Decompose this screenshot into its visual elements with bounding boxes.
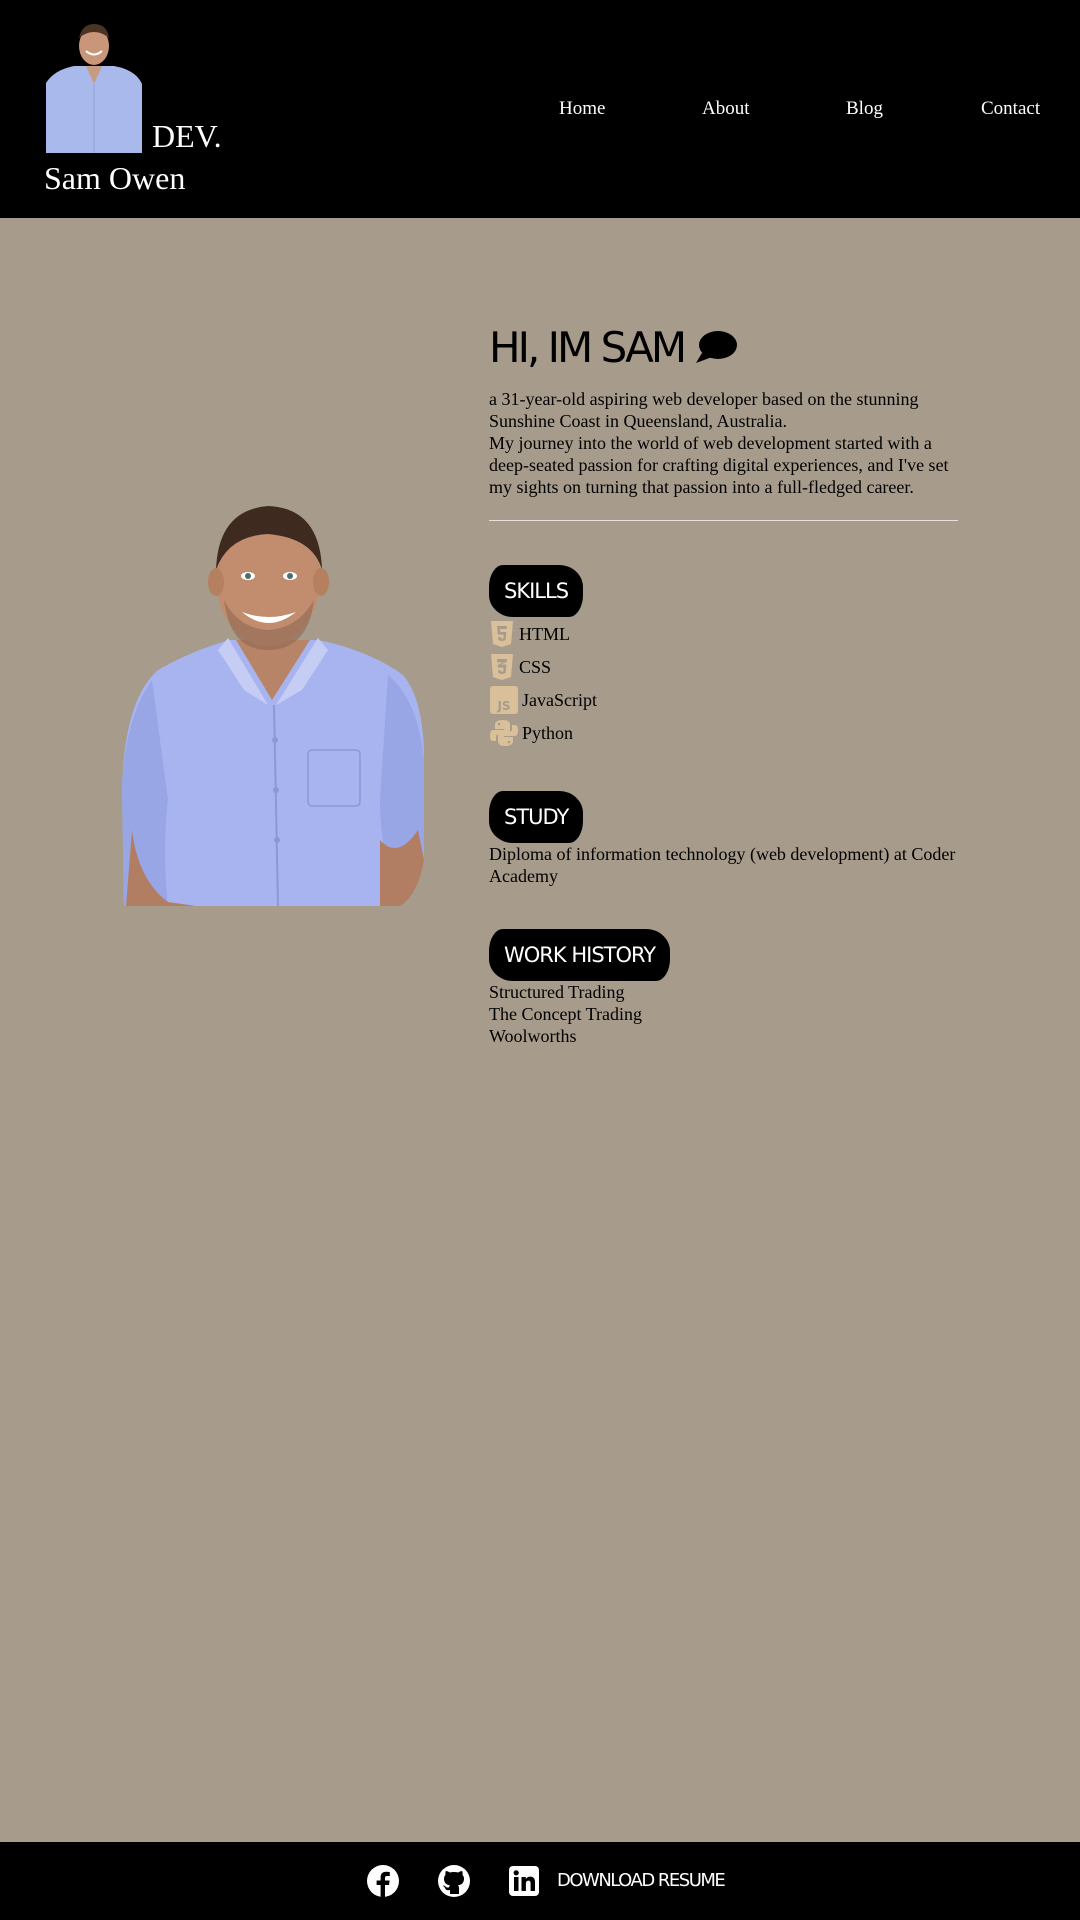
work-history-list: Structured Trading The Concept Trading W… (489, 981, 959, 1047)
python-icon (489, 719, 518, 747)
bio-paragraph-1: a 31-year-old aspiring web developer bas… (489, 389, 919, 431)
site-footer: DOWNLOAD RESUME (0, 1842, 1080, 1920)
bio-text: a 31-year-old aspiring web developer bas… (489, 388, 959, 498)
html5-icon (489, 620, 515, 648)
profile-portrait (118, 500, 424, 907)
logo-avatar[interactable] (44, 18, 144, 153)
skill-label: CSS (519, 656, 552, 677)
nav-contact-link[interactable]: Contact (981, 98, 1040, 120)
skill-item-css: CSS (489, 650, 959, 683)
svg-text:JS: JS (496, 699, 510, 713)
logo-dev-text[interactable]: DEV. (152, 120, 222, 152)
speech-bubble-icon (696, 331, 738, 363)
work-history-heading: WORK HISTORY (489, 929, 671, 981)
skill-item-python: Python (489, 716, 959, 749)
css3-icon (489, 653, 515, 681)
study-text: Diploma of information technology (web d… (489, 844, 956, 886)
facebook-icon[interactable] (366, 1864, 400, 1898)
download-resume-link[interactable]: DOWNLOAD RESUME (557, 1869, 726, 1893)
work-history-item: The Concept Trading (489, 1004, 642, 1024)
nav-blog-link[interactable]: Blog (846, 98, 883, 120)
skill-label: HTML (519, 623, 570, 644)
section-divider (489, 520, 958, 521)
skill-label: JavaScript (522, 689, 597, 710)
work-history-item: Structured Trading (489, 982, 625, 1002)
skills-list: HTML CSS JS JavaScript Python (489, 617, 959, 749)
about-column: HI, IM SAM a 31-year-old aspiring web de… (489, 320, 959, 1047)
nav-about-link[interactable]: About (702, 98, 750, 120)
skill-label: Python (522, 722, 574, 743)
skills-heading: SKILLS (489, 565, 584, 617)
nav-home-link[interactable]: Home (559, 98, 605, 120)
work-history-item: Woolworths (489, 1026, 577, 1046)
github-icon[interactable] (437, 1864, 471, 1898)
study-heading: STUDY (489, 791, 584, 843)
linkedin-icon[interactable] (507, 1864, 541, 1898)
logo-name[interactable]: Sam Owen (44, 162, 185, 194)
skill-item-javascript: JS JavaScript (489, 683, 959, 716)
javascript-icon: JS (489, 685, 518, 714)
site-header: DEV. Sam Owen Home About Blog Contact (0, 0, 1080, 218)
intro-heading-text: HI, IM SAM (489, 323, 687, 372)
skill-item-html: HTML (489, 617, 959, 650)
intro-heading: HI, IM SAM (489, 320, 959, 376)
bio-paragraph-2: My journey into the world of web develop… (489, 433, 949, 497)
